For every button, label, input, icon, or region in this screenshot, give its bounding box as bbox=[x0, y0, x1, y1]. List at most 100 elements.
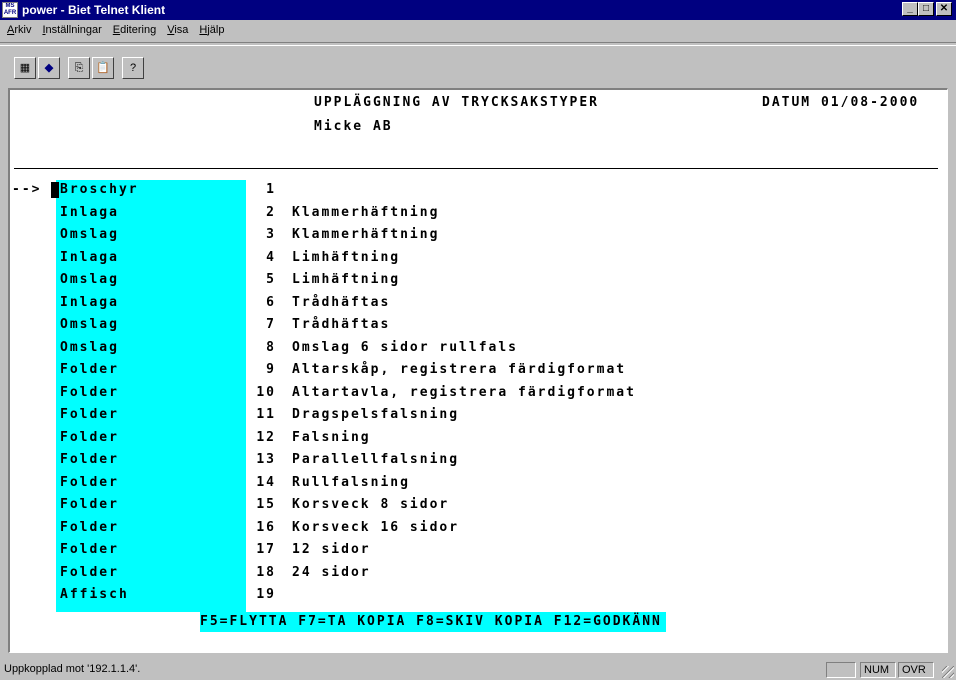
menu-arkiv[interactable]: Arkiv bbox=[2, 24, 37, 36]
row-category: Folder bbox=[60, 519, 119, 535]
row-category: Omslag bbox=[60, 339, 119, 355]
list-item[interactable]: Folder 17 12 sidor bbox=[10, 540, 940, 562]
row-description: Korsveck 8 sidor bbox=[292, 497, 450, 512]
row-number: 6 bbox=[266, 294, 276, 310]
calculator-icon[interactable]: ▦ bbox=[14, 57, 36, 79]
row-category: Folder bbox=[60, 407, 119, 422]
close-button[interactable]: ✕ bbox=[936, 2, 952, 16]
connection-status: Uppkopplad mot '192.1.1.4'. bbox=[4, 663, 141, 675]
row-category: Folder bbox=[60, 429, 119, 445]
row-number: 5 bbox=[266, 272, 276, 287]
row-category: Folder bbox=[60, 474, 119, 490]
connect-icon[interactable]: ◆ bbox=[38, 57, 60, 79]
window-title: power - Biet Telnet Klient bbox=[22, 3, 166, 17]
list-item[interactable]: Folder 16 Korsveck 16 sidor bbox=[10, 518, 940, 540]
list-item[interactable]: Affisch 19 bbox=[10, 585, 940, 607]
copy-icon[interactable]: ⎘ bbox=[68, 57, 90, 79]
menu-editering[interactable]: Editering bbox=[108, 24, 162, 36]
maximize-button[interactable]: □ bbox=[918, 2, 934, 16]
row-category: Inlaga bbox=[60, 294, 119, 310]
row-category: Affisch bbox=[60, 587, 129, 602]
list-item[interactable]: Inlaga 6 Trådhäftas bbox=[10, 293, 940, 315]
row-number: 19 bbox=[256, 587, 276, 602]
row-category: Broschyr bbox=[60, 182, 139, 197]
menu-visa[interactable]: Visa bbox=[162, 24, 194, 36]
row-number: 14 bbox=[256, 474, 276, 490]
row-number: 9 bbox=[266, 362, 276, 377]
row-category: Omslag bbox=[60, 317, 119, 332]
status-bar: Uppkopplad mot '192.1.1.4'. NUM OVR bbox=[0, 660, 956, 680]
row-number: 1 bbox=[266, 182, 276, 197]
list-item[interactable]: Folder 15 Korsveck 8 sidor bbox=[10, 495, 940, 517]
row-description: Limhäftning bbox=[292, 249, 401, 265]
row-description: Dragspelsfalsning bbox=[292, 407, 460, 422]
list-item[interactable]: Inlaga 2 Klammerhäftning bbox=[10, 203, 940, 225]
row-description: 12 sidor bbox=[292, 542, 371, 557]
list-item[interactable]: Omslag 5 Limhäftning bbox=[10, 270, 940, 292]
row-number: 11 bbox=[256, 407, 276, 422]
screen-date: DATUM 01/08-2000 bbox=[762, 95, 920, 110]
row-number: 13 bbox=[256, 452, 276, 467]
row-number: 8 bbox=[266, 339, 276, 355]
list-item[interactable]: --> Broschyr 1 bbox=[10, 180, 940, 202]
list-item[interactable]: Folder 9 Altarskåp, registrera färdigforma… bbox=[10, 360, 940, 382]
toolbar-group-connection: ▦ ◆ bbox=[14, 57, 62, 87]
overwrite-indicator: OVR bbox=[898, 662, 934, 678]
list-item[interactable]: Folder 14 Rullfalsning bbox=[10, 473, 940, 495]
list-item[interactable]: Omslag 8 Omslag 6 sidor rullfals bbox=[10, 338, 940, 360]
row-description: Korsveck 16 sidor bbox=[292, 519, 460, 535]
row-number: 18 bbox=[256, 564, 276, 580]
row-number: 12 bbox=[256, 429, 276, 445]
row-category: Folder bbox=[60, 564, 119, 580]
row-number: 7 bbox=[266, 317, 276, 332]
help-icon[interactable]: ? bbox=[122, 57, 144, 79]
row-number: 2 bbox=[266, 204, 276, 220]
list-item[interactable]: Omslag 3 Klammerhäftning bbox=[10, 225, 940, 247]
list-item[interactable]: Folder 13 Parallellfalsning bbox=[10, 450, 940, 472]
toolbar: ▦ ◆ ⎘ 📋 ? bbox=[0, 42, 956, 88]
menu-bar: Arkiv Inställningar Editering Visa Hjälp bbox=[0, 20, 956, 40]
toolbar-group-clipboard: ⎘ 📋 bbox=[68, 57, 116, 87]
screen-title: UPPLÄGGNING AV TRYCKSAKSTYPER bbox=[314, 95, 599, 110]
row-category: Inlaga bbox=[60, 249, 119, 265]
row-category: Folder bbox=[60, 497, 119, 512]
row-description: Trådhäftas bbox=[292, 294, 391, 310]
company-name: Micke AB bbox=[314, 119, 393, 134]
row-category: Omslag bbox=[60, 272, 119, 287]
row-category: Inlaga bbox=[60, 204, 119, 220]
separator-line bbox=[14, 168, 938, 169]
text-cursor bbox=[51, 182, 59, 198]
row-description: Limhäftning bbox=[292, 272, 401, 287]
paste-icon[interactable]: 📋 bbox=[92, 57, 114, 79]
row-description: Omslag 6 sidor rullfals bbox=[292, 339, 519, 355]
row-description: Trådhäftas bbox=[292, 317, 391, 332]
row-description: Rullfalsning bbox=[292, 474, 410, 490]
row-number: 17 bbox=[256, 542, 276, 557]
window-controls: _ □ ✕ bbox=[902, 2, 952, 16]
row-category: Omslag bbox=[60, 227, 119, 242]
list-item[interactable]: Folder 11 Dragspelsfalsning bbox=[10, 405, 940, 427]
list-item[interactable]: Folder 10 Altartavla, registrera färdigfor… bbox=[10, 383, 940, 405]
terminal-screen[interactable]: UPPLÄGGNING AV TRYCKSAKSTYPER DATUM 01/0… bbox=[8, 88, 948, 653]
row-category: Folder bbox=[60, 542, 119, 557]
row-number: 16 bbox=[256, 519, 276, 535]
title-bar[interactable]: MS AFR power - Biet Telnet Klient _ □ ✕ bbox=[0, 0, 956, 20]
row-description: Altarskåp, registrera färdigformat bbox=[292, 362, 627, 377]
row-number: 3 bbox=[266, 227, 276, 242]
row-description: Parallellfalsning bbox=[292, 452, 460, 467]
resize-grip-icon[interactable] bbox=[942, 666, 954, 678]
num-lock-indicator: NUM bbox=[860, 662, 896, 678]
menu-hjalp[interactable]: Hjälp bbox=[194, 24, 230, 36]
list-item[interactable]: Omslag 7 Trådhäftas bbox=[10, 315, 940, 337]
row-category: Folder bbox=[60, 362, 119, 377]
menu-installningar[interactable]: Inställningar bbox=[37, 24, 107, 36]
row-description: 24 sidor bbox=[292, 564, 371, 580]
function-key-bar: F5=FLYTTA F7=TA KOPIA F8=SKIV KOPIA F12=… bbox=[200, 612, 666, 632]
list-item[interactable]: Folder 12 Falsning bbox=[10, 428, 940, 450]
minimize-button[interactable]: _ bbox=[902, 2, 918, 16]
row-description: Klammerhäftning bbox=[292, 204, 440, 220]
row-description: Klammerhäftning bbox=[292, 227, 440, 242]
row-number: 4 bbox=[266, 249, 276, 265]
list-item[interactable]: Folder 18 24 sidor bbox=[10, 563, 940, 585]
list-item[interactable]: Inlaga 4 Limhäftning bbox=[10, 248, 940, 270]
